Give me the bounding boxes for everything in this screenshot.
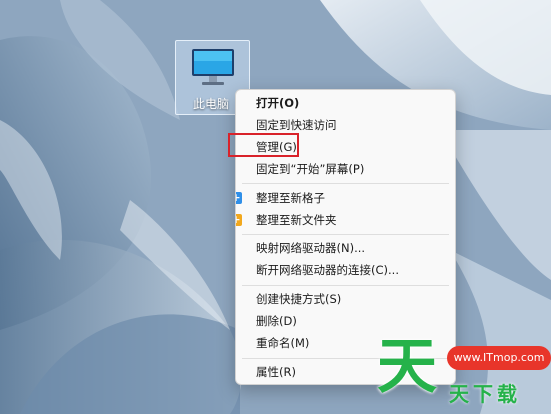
- menu-item-delete[interactable]: 删除(D): [236, 310, 455, 332]
- menu-item-label: 固定到“开始”屏幕(P): [256, 162, 365, 176]
- plus-icon: +: [236, 192, 242, 204]
- menu-item-new-folder[interactable]: + 整理至新文件夹: [236, 209, 455, 231]
- menu-item-pin-start[interactable]: 固定到“开始”屏幕(P): [236, 158, 455, 180]
- menu-item-map-drive[interactable]: 映射网络驱动器(N)...: [236, 237, 455, 259]
- computer-icon: [192, 49, 234, 85]
- watermark-site-name: 天下载: [449, 382, 521, 406]
- watermark-url: www.ITmop.com: [453, 351, 545, 364]
- menu-separator: [242, 285, 449, 286]
- menu-separator: [242, 234, 449, 235]
- manage-highlight-box: [228, 133, 299, 157]
- menu-item-label: 重命名(M): [256, 336, 310, 350]
- menu-item-create-shortcut[interactable]: 创建快捷方式(S): [236, 288, 455, 310]
- watermark-logo-char: 天: [377, 332, 437, 402]
- menu-separator: [242, 183, 449, 184]
- site-watermark: 天 www.ITmop.com 天下载: [377, 334, 551, 414]
- menu-item-label: 整理至新格子: [256, 191, 325, 205]
- menu-item-label: 映射网络驱动器(N)...: [256, 241, 366, 255]
- menu-item-label: 删除(D): [256, 314, 297, 328]
- menu-item-label: 属性(R): [256, 365, 296, 379]
- plus-icon: +: [236, 214, 242, 226]
- menu-item-disconnect-drive[interactable]: 断开网络驱动器的连接(C)...: [236, 259, 455, 281]
- watermark-url-pill: www.ITmop.com: [447, 346, 551, 370]
- menu-item-new-grid[interactable]: + 整理至新格子: [236, 187, 455, 209]
- menu-item-label: 断开网络驱动器的连接(C)...: [256, 263, 399, 277]
- menu-item-label: 打开(O): [256, 96, 300, 110]
- menu-item-open[interactable]: 打开(O): [236, 92, 455, 114]
- menu-item-label: 整理至新文件夹: [256, 213, 337, 227]
- this-pc-label: 此电脑: [193, 97, 230, 111]
- menu-item-label: 创建快捷方式(S): [256, 292, 342, 306]
